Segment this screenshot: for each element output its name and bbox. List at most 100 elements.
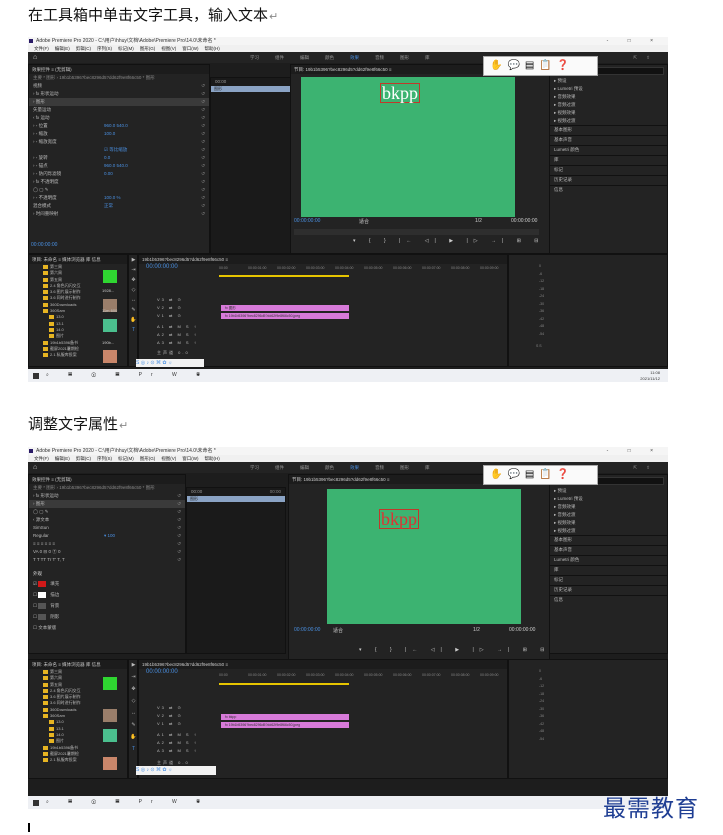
program-viewer[interactable]: bkpp (327, 489, 521, 624)
effect-row[interactable]: 混合模式 正常 ↺ (29, 202, 209, 210)
workspace-tab[interactable]: 编辑 (300, 465, 309, 470)
reset-icon[interactable]: ↺ (177, 548, 181, 556)
timeline-tab[interactable]: 19b1b5396?bec8296d5?dd62f9e8f66c50 ≡ (139, 255, 507, 264)
resolution-select[interactable]: 1/2 (475, 218, 482, 224)
track-header[interactable]: V1 ⇄ ⊙ (157, 721, 183, 729)
type-tool-icon[interactable]: T (130, 746, 137, 753)
program-timecode[interactable]: 00:00:00:00 (294, 218, 320, 224)
effects-panel-item[interactable]: 基本图形 (550, 535, 667, 545)
effect-value[interactable]: 正常 (104, 202, 113, 210)
reset-icon[interactable]: ↺ (201, 98, 205, 106)
workspace-tab[interactable]: 学习 (250, 465, 259, 470)
menu-item[interactable]: 文件(F) (34, 46, 49, 51)
reset-icon[interactable]: ↺ (201, 154, 205, 162)
menu-item[interactable]: 文件(F) (34, 456, 49, 461)
effect-row[interactable]: ‹ 源文本 ↺ (29, 516, 185, 524)
timeline-timecode[interactable]: 00:00:00:00 (146, 264, 178, 270)
effects-panel-item[interactable]: 历史记录 (550, 585, 667, 595)
workspace-tab[interactable]: 颜色 (325, 55, 334, 60)
reset-icon[interactable]: ↺ (201, 202, 205, 210)
work-area-bar[interactable] (219, 275, 349, 277)
effects-panel-item[interactable]: ▸ 音频过渡 (550, 511, 667, 519)
track-header[interactable]: A3 ⇄ M S ♀ (157, 340, 199, 348)
effects-panel-item[interactable]: 标记 (550, 575, 667, 585)
menu-item[interactable]: 剪辑(C) (76, 46, 91, 51)
effect-controls-tabs[interactable]: 效果控件 ≡ (无剪辑) (29, 475, 185, 484)
effects-panel-item[interactable]: ▸ 预设 (550, 487, 667, 495)
effect-value[interactable]: 100.0 (104, 130, 115, 138)
program-scrubber[interactable] (294, 229, 539, 235)
effects-panel-item[interactable]: 基本声音 (550, 135, 667, 145)
reset-icon[interactable]: ↺ (201, 138, 205, 146)
workspace-tab[interactable]: 图形 (400, 55, 409, 60)
effect-row[interactable]: › fx 形状运动 ↺ (29, 90, 209, 98)
menu-item[interactable]: 视图(V) (161, 46, 176, 51)
graphic-clip[interactable]: fx 图形 (221, 305, 349, 311)
reset-icon[interactable]: ↺ (177, 532, 181, 540)
effect-row[interactable]: › ◦ 位置 960.0 540.0 ↺ (29, 122, 209, 130)
track-select-icon[interactable]: ⇥ (130, 267, 137, 274)
razor-tool-icon[interactable]: ◇ (130, 698, 137, 705)
reset-icon[interactable]: ↺ (177, 556, 181, 564)
reset-icon[interactable]: ↺ (201, 90, 205, 98)
track-header[interactable]: V3 ⇄ ⊙ (157, 705, 183, 713)
reset-icon[interactable]: ↺ (201, 186, 205, 194)
track-header[interactable]: V1 ⇄ ⊙ (157, 313, 183, 321)
effect-value[interactable]: 0.00 (104, 170, 113, 178)
effects-panel-item[interactable]: ▸ 视频效果 (550, 109, 667, 117)
appearance-row[interactable]: ☐ 背景 (29, 600, 185, 611)
meter-solo[interactable]: S S (536, 343, 542, 351)
windows-start-icon[interactable] (33, 800, 39, 806)
menu-item[interactable]: 窗口(W) (182, 456, 198, 461)
ripple-edit-icon[interactable]: ✥ (130, 686, 137, 693)
effect-row[interactable]: › ◦ 不透明度 100.0 % ↺ (29, 194, 209, 202)
color-swatch[interactable] (38, 580, 47, 587)
effect-row[interactable]: ≡ ≡ ≡ ≡ ≡ ≡ ↺ (29, 540, 185, 548)
reset-icon[interactable]: ↺ (177, 492, 181, 500)
effect-row[interactable]: Regular ▾ 100 ↺ (29, 532, 185, 540)
reset-icon[interactable]: ↺ (177, 508, 181, 516)
effects-panel-item[interactable]: ▸ Lumetri 预设 (550, 495, 667, 503)
reset-icon[interactable]: ↺ (201, 106, 205, 114)
work-area-bar[interactable] (219, 683, 349, 685)
teal-thumbnail[interactable] (103, 729, 117, 742)
workspace-tab[interactable]: 库 (425, 465, 430, 470)
effect-row[interactable]: ◯ ▢ ✎ ↺ (29, 508, 185, 516)
effects-panel-item[interactable]: 历史记录 (550, 175, 667, 185)
image-clip[interactable]: fx 19b1b5396?bec8296d5?dd62f9e8f66c50.jp… (221, 722, 349, 728)
reset-icon[interactable]: ↺ (201, 82, 205, 90)
menu-item[interactable]: 编辑(E) (55, 46, 70, 51)
effects-panel-item[interactable]: ▸ 视频过渡 (550, 117, 667, 125)
effect-row[interactable]: ☑ 等比缩放 ↺ (29, 146, 209, 154)
ime-toolbar[interactable]: S ◎ ♪ ⊙ ⌘ ✿ ☼ (136, 766, 216, 775)
pen-tool-icon[interactable]: ✎ (130, 307, 137, 314)
effect-row[interactable]: ◯ ▢ ✎ ↺ (29, 186, 209, 194)
menu-item[interactable]: 标记(M) (118, 456, 134, 461)
workspace-tab[interactable]: 音频 (375, 465, 384, 470)
workspace-tab[interactable]: 库 (425, 55, 430, 60)
effect-row[interactable]: › fx 形状运动 ↺ (29, 492, 185, 500)
teal-thumbnail[interactable] (103, 319, 117, 332)
appearance-row[interactable]: ☐ 文本蒙版 (29, 622, 185, 633)
window-controls[interactable]: - □ × (607, 447, 662, 455)
effects-panel-item[interactable]: ▸ 预设 (550, 77, 667, 85)
effects-panel-item[interactable]: ▸ 视频效果 (550, 519, 667, 527)
photo-thumbnail[interactable] (103, 709, 117, 722)
menu-item[interactable]: 剪辑(C) (76, 456, 91, 461)
pen-tool-icon[interactable]: ✎ (130, 722, 137, 729)
effect-row[interactable]: › 图形 ↺ (29, 98, 209, 106)
effect-value[interactable]: ☑ 等比缩放 (104, 146, 127, 154)
graphic-keyframe-bar[interactable]: 图形 (187, 496, 285, 502)
appearance-row[interactable]: ☐ 阴影 (29, 611, 185, 622)
windows-start-icon[interactable] (33, 373, 39, 379)
reset-icon[interactable]: ↺ (201, 194, 205, 202)
timeline-ruler[interactable]: 00:00 00:00:01:00 00:00:02:00 00:00:03:00 00… (219, 266, 507, 270)
track-header[interactable]: V2 ⇄ ⊙ (157, 305, 183, 313)
effect-row[interactable]: VA 0 ⊟ 0 Ⓣ 0 ↺ (29, 548, 185, 556)
effects-panel-item[interactable]: Lumetri 颜色 (550, 555, 667, 565)
annotation-toolbar[interactable]: ✋💬▤📋❓ (483, 465, 598, 485)
program-timecode[interactable]: 00:00:00:00 (294, 627, 320, 633)
menu-item[interactable]: 窗口(W) (182, 46, 198, 51)
workspace-tab[interactable]: 组件 (275, 55, 284, 60)
menu-item[interactable]: 标记(M) (118, 46, 134, 51)
